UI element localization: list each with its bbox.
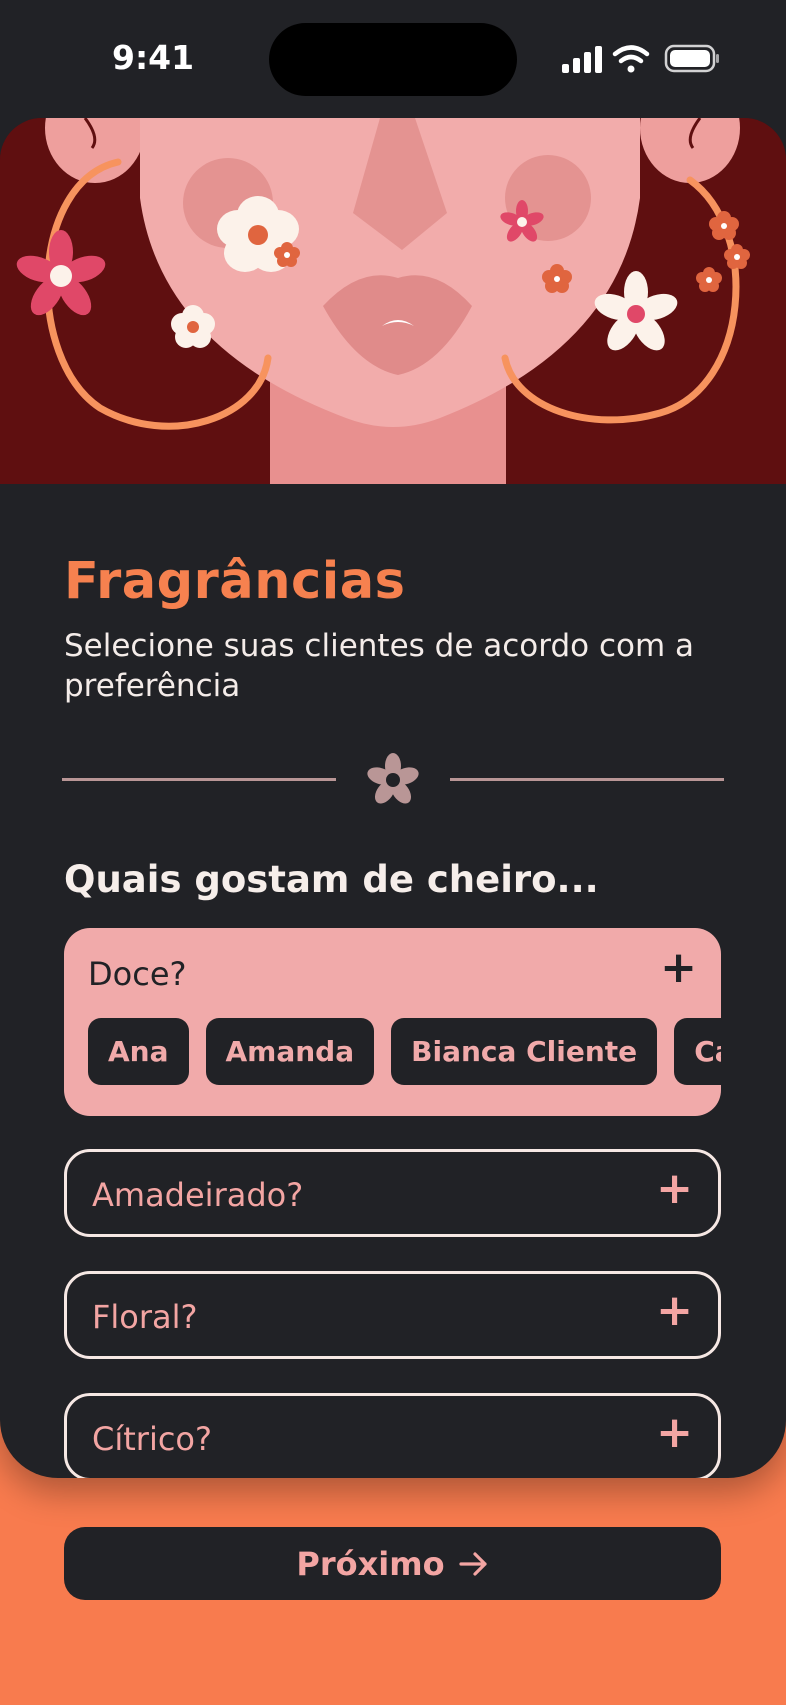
- client-chip[interactable]: Ana: [88, 1018, 189, 1085]
- status-bar: 9:41: [0, 0, 786, 118]
- client-chip[interactable]: Bianca Cliente: [391, 1018, 658, 1085]
- status-icons: [562, 44, 719, 73]
- next-button[interactable]: Próximo: [64, 1527, 721, 1600]
- category-citrico[interactable]: Cítrico? +: [64, 1393, 721, 1478]
- status-time: 9:41: [112, 38, 195, 77]
- arrow-right-icon: [458, 1551, 487, 1576]
- wifi-icon: [612, 45, 650, 73]
- hero-illustration: [0, 118, 786, 484]
- question-title: Quais gostam de cheiro...: [64, 858, 599, 901]
- category-label: Floral?: [92, 1298, 198, 1336]
- client-chip[interactable]: Carol cliente: [674, 1018, 721, 1085]
- page-title: Fragrâncias: [64, 552, 406, 611]
- cellular-signal-icon: [562, 46, 602, 73]
- plus-icon[interactable]: +: [656, 1289, 693, 1333]
- category-floral[interactable]: Floral? +: [64, 1271, 721, 1359]
- plus-icon[interactable]: +: [660, 946, 697, 990]
- category-amadeirado[interactable]: Amadeirado? +: [64, 1149, 721, 1237]
- category-doce[interactable]: Doce? + AnaAmandaBianca Cliente Carol cli…: [64, 928, 721, 1116]
- main-card: 9:41 Fragrâncias Selecione suas clientes…: [0, 0, 786, 1478]
- divider-line-right: [450, 778, 724, 781]
- divider-line-left: [62, 778, 336, 781]
- category-label: Doce?: [88, 955, 187, 993]
- client-chip[interactable]: Amanda: [205, 1018, 375, 1085]
- woman-face-with-flowers-illustration: [0, 118, 786, 484]
- category-label: Cítrico?: [92, 1420, 212, 1458]
- category-label: Amadeirado?: [92, 1176, 304, 1214]
- plus-icon[interactable]: +: [656, 1167, 693, 1211]
- client-chip-list: AnaAmandaBianca Cliente Carol cliente: [88, 1018, 721, 1085]
- dynamic-island: [269, 23, 517, 96]
- next-button-label: Próximo: [296, 1544, 445, 1583]
- plus-icon[interactable]: +: [656, 1411, 693, 1455]
- page-subtitle: Selecione suas clientes de acordo com a …: [64, 628, 695, 704]
- flower-icon: [367, 753, 419, 804]
- battery-icon: [664, 44, 719, 73]
